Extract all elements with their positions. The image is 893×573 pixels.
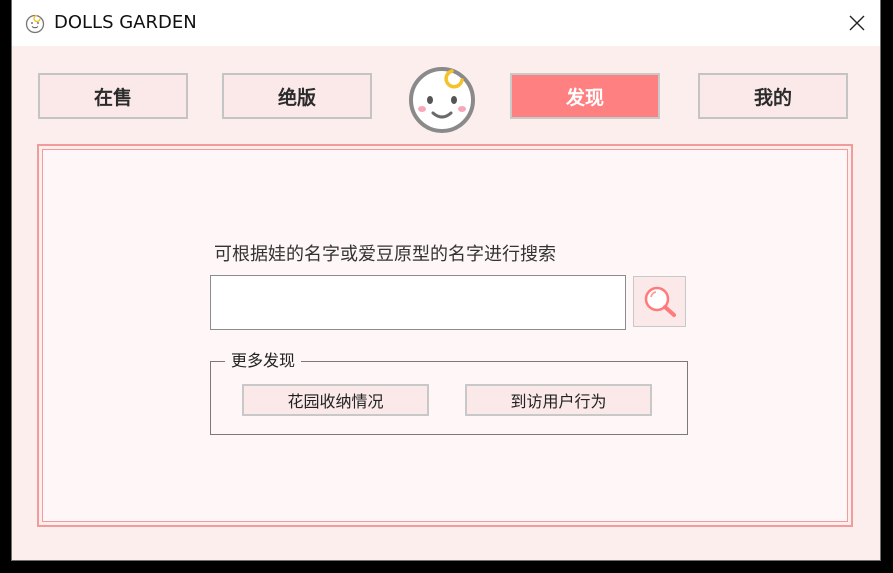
tab-label: 绝版 [277,86,316,109]
tab-discover[interactable]: 发现 [510,73,660,119]
baby-face-icon [409,67,475,133]
button-label: 花园收纳情况 [287,392,384,411]
close-button[interactable] [834,0,880,46]
baby-face-icon [25,14,45,34]
tab-on-sale[interactable]: 在售 [38,73,188,119]
window-title: DOLLS GARDEN [54,12,197,33]
search-button[interactable] [633,276,686,327]
tab-label: 发现 [565,86,604,109]
search-input[interactable] [210,275,626,330]
tab-discontinued[interactable]: 绝版 [222,73,372,119]
discover-panel-inner [42,149,848,522]
app-window: DOLLS GARDEN 在售 绝版 发现 我的 可根据娃的名字或爱豆原型的名字… [12,0,880,560]
close-icon [849,15,865,31]
tab-label: 在售 [93,86,132,109]
more-discover-legend: 更多发现 [225,350,302,372]
search-hint: 可根据娃的名字或爱豆原型的名字进行搜索 [214,244,556,265]
discover-panel [37,144,853,527]
more-discover-group: 更多发现 花园收纳情况 到访用户行为 [210,350,688,435]
garden-storage-button[interactable]: 花园收纳情况 [242,384,429,416]
tab-label: 我的 [753,86,792,109]
button-label: 到访用户行为 [510,392,607,411]
tab-mine[interactable]: 我的 [698,73,848,119]
search-icon [644,286,676,317]
visitor-behavior-button[interactable]: 到访用户行为 [465,384,652,416]
title-bar: DOLLS GARDEN [12,0,880,46]
